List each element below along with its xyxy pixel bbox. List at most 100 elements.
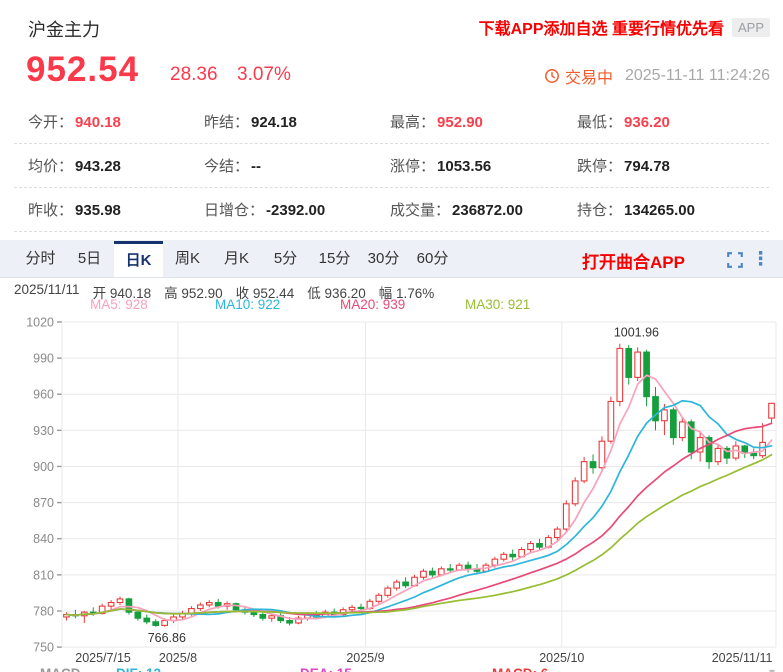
quote-field-最低: 最低：936.20 [577,111,769,132]
x-axis-label: 2025/10 [539,651,584,665]
macd-indicator-row: MACD DIF: 12 DEA: 15 MACD: 6 [0,666,783,672]
candle [742,445,748,458]
quote-timestamp: 2025-11-11 11:24:26 [625,67,770,85]
candle [171,615,177,623]
macd-value: DEA: 15 [300,666,352,672]
x-axis-label: 2025/7/15 [75,651,131,665]
candle [528,541,534,552]
tab-周K[interactable]: 周K [163,241,212,277]
price-change: 28.36 [170,64,218,86]
candle [430,568,436,578]
promo-banner[interactable]: 下载APP添加自选 重要行情优先看 APP [479,15,770,39]
svg-text:930: 930 [33,424,54,438]
svg-text:840: 840 [33,532,54,546]
tab-60分[interactable]: 60分 [408,241,457,277]
open-app-link[interactable]: 打开曲合APP [582,248,685,273]
last-price: 952.54 [26,50,139,90]
macd-value: MACD: 6 [492,666,548,672]
candle [501,552,507,562]
candle [635,347,641,381]
x-axis-label: 2025/9 [346,651,384,665]
quote-field-日增仓: 日增仓：-2392.00 [204,199,390,220]
ma30-line [66,455,771,615]
quote-field-今开: 今开：940.18 [28,111,204,132]
x-axis-labels: 2025/7/152025/82025/92025/102025/11/11 [0,651,783,667]
quote-row: 昨收：935.98日增仓：-2392.00成交量：236872.00持仓：134… [14,188,769,232]
tab-月K[interactable]: 月K [212,241,261,277]
candle [626,345,632,385]
candle [769,403,775,423]
candle [385,586,391,598]
macd-value: DIF: 12 [116,666,161,672]
svg-text:990: 990 [33,352,54,366]
scroll-hint-icon[interactable]: ▾ [769,665,775,672]
candlestick-chart[interactable]: 10209909609309008708408107807501001.9676… [0,310,783,655]
quote-field-均价: 均价：943.28 [28,155,204,176]
candle [144,615,150,625]
app-badge[interactable]: APP [732,18,770,37]
market-status-row: 交易中 2025-11-11 11:24:26 [544,64,770,88]
more-menu-icon[interactable]: ⋮ [751,248,770,271]
candle [617,344,623,407]
svg-text:870: 870 [33,496,54,510]
macd-value: MACD [40,666,81,672]
candle [608,397,614,444]
period-tabbar: 分时5日日K周K月K5分15分30分60分 打开曲合APP ⋮ [0,240,783,278]
quote-page: 沪金主力 下载APP添加自选 重要行情优先看 APP 952.54 28.36 … [0,0,783,672]
candle [117,597,123,605]
x-axis-label: 2025/8 [159,651,197,665]
candle [751,448,757,459]
candle [510,550,516,561]
ma20-line [66,423,771,615]
trading-status: 交易中 [565,64,613,88]
candle [198,603,204,611]
candle [376,593,382,604]
tab-5日[interactable]: 5日 [65,241,114,277]
high-annotation: 1001.96 [614,326,659,340]
tab-分时[interactable]: 分时 [16,241,65,277]
quote-field-成交量: 成交量：236872.00 [390,199,577,220]
candle [82,611,88,623]
svg-text:780: 780 [33,604,54,618]
candle [153,619,159,626]
tab-30分[interactable]: 30分 [359,241,408,277]
quote-row: 均价：943.28今结：--涨停：1053.56跌停：794.78 [14,144,769,188]
quote-field-今结: 今结：-- [204,155,390,176]
quote-field-昨收: 昨收：935.98 [28,199,204,220]
candle [180,611,186,619]
quote-field-昨结: 昨结：924.18 [204,111,390,132]
low-annotation: 766.86 [148,631,186,645]
svg-text:1020: 1020 [26,316,54,330]
tab-5分[interactable]: 5分 [261,241,310,277]
quote-field-跌停: 跌停：794.78 [577,155,769,176]
candle [206,600,212,607]
ma10-line [66,401,771,617]
svg-text:810: 810 [33,568,54,582]
candle [421,569,427,580]
promo-link[interactable]: 下载APP添加自选 重要行情优先看 [479,15,724,39]
svg-text:960: 960 [33,388,54,402]
candle [108,600,114,610]
price-change-percent: 3.07% [237,64,291,86]
candle [653,387,659,430]
candle [403,577,409,588]
candle [724,446,730,464]
svg-text:900: 900 [33,460,54,474]
candle [581,457,587,483]
tab-日K[interactable]: 日K [114,241,163,277]
fullscreen-icon[interactable] [727,252,743,268]
tab-15分[interactable]: 15分 [310,241,359,277]
candle [671,407,677,444]
candle [394,580,400,591]
quote-row: 今开：940.18昨结：924.18最高：952.90最低：936.20 [14,100,769,144]
candle [760,423,766,458]
quote-field-最高: 最高：952.90 [390,111,577,132]
candle [465,562,471,573]
page-title: 沪金主力 [28,16,100,42]
candle [563,500,569,531]
clock-icon [544,68,560,84]
candle [64,612,70,620]
candle [590,454,596,473]
ohlc-part: 2025/11/11 [14,282,80,302]
quote-grid: 今开：940.18昨结：924.18最高：952.90最低：936.20均价：9… [0,100,783,232]
